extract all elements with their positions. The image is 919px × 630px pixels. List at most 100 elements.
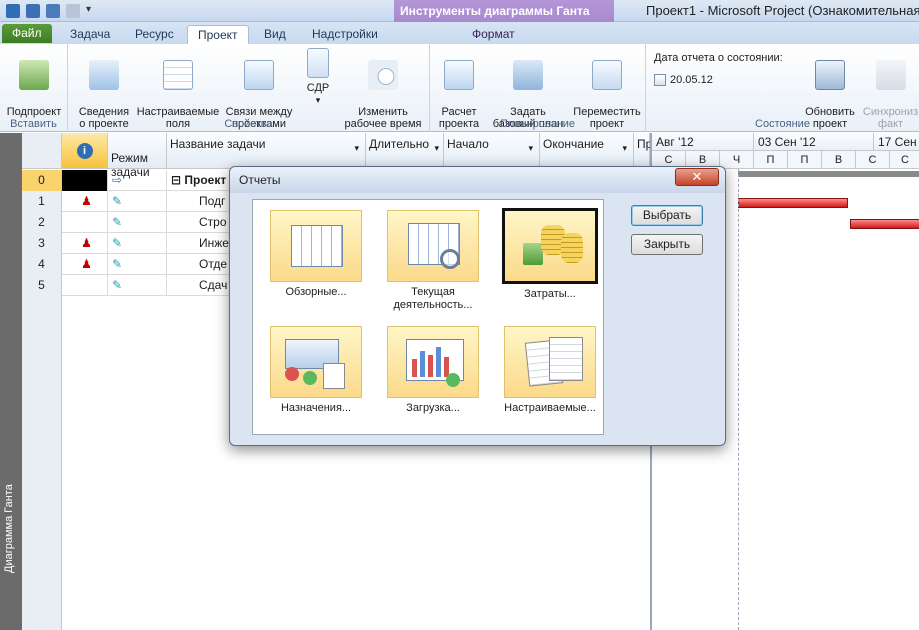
timescale-day: П xyxy=(754,151,788,169)
finish-dropdown-icon[interactable]: ▾ xyxy=(622,143,627,154)
custom-report-icon xyxy=(504,326,596,398)
row-number: 5 xyxy=(22,275,62,296)
duration-column-header[interactable]: Длительно ▾ xyxy=(366,133,444,169)
dialog-title: Отчеты xyxy=(239,173,281,187)
predecessors-column-header[interactable]: Пр xyxy=(634,133,652,169)
wbs-dropdown-icon[interactable]: ▾ xyxy=(298,94,338,106)
group-label-insert: Вставить xyxy=(10,118,57,130)
redo-icon[interactable] xyxy=(66,4,80,18)
task-bar[interactable] xyxy=(850,219,919,229)
indicator-cell xyxy=(62,275,108,296)
tile-label: Настраиваемые... xyxy=(504,402,596,414)
tab-resource[interactable]: Ресурс xyxy=(125,25,184,44)
tile-label: Загрузка... xyxy=(406,402,460,414)
dialog-titlebar: Отчеты ✕ xyxy=(230,167,725,193)
manual-schedule-icon: ✎ xyxy=(108,275,167,296)
baseline-icon xyxy=(513,60,543,90)
finish-header-label: Окончание xyxy=(543,137,604,151)
row-number: 2 xyxy=(22,212,62,233)
report-tile-workload[interactable]: Загрузка... xyxy=(378,326,488,415)
row-number: 0 xyxy=(22,170,62,191)
select-button[interactable]: Выбрать xyxy=(631,205,703,226)
duration-header-label: Длительно xyxy=(369,137,430,151)
group-schedule: Расчет проекта Задать базовый план Перем… xyxy=(430,44,646,132)
indicators-column-header[interactable]: i xyxy=(62,133,108,169)
indicator-cell xyxy=(62,212,108,233)
report-tile-current-activity[interactable]: Текущая деятельность... xyxy=(378,210,488,312)
group-label-schedule: Планирование xyxy=(499,118,576,130)
tile-label: Назначения... xyxy=(280,402,352,414)
indicator-cell xyxy=(62,170,108,191)
update-project-icon xyxy=(815,60,845,90)
view-bar[interactable]: Диаграмма Ганта xyxy=(0,133,22,630)
custom-fields-icon xyxy=(163,60,193,90)
timescale-period: 03 Сен '12 xyxy=(754,133,874,151)
summary-bar[interactable] xyxy=(738,171,919,177)
tab-project[interactable]: Проект xyxy=(187,25,249,44)
report-tile-costs[interactable]: Затраты... xyxy=(495,208,605,301)
status-date-label: Дата отчета о состоянии: xyxy=(654,52,783,64)
wbs-button[interactable]: СДР ▾ xyxy=(298,48,338,106)
save-icon[interactable] xyxy=(26,4,40,18)
close-icon[interactable]: ✕ xyxy=(675,168,719,186)
report-tile-assignments[interactable]: Назначения... xyxy=(261,326,371,415)
tile-label: Текущая деятельность... xyxy=(393,286,473,311)
row-number-gutter xyxy=(22,296,62,630)
resource-indicator-icon: ♟ xyxy=(62,191,108,212)
task-mode-column-header[interactable]: Режим задачи xyxy=(108,133,167,179)
wbs-label: СДР xyxy=(306,82,330,94)
resource-indicator-icon: ♟ xyxy=(62,254,108,275)
ribbon: Подпроект Вставить Сведения о проекте На… xyxy=(0,44,919,132)
timescale-day: П xyxy=(788,151,822,169)
task-name-header-label: Название задачи xyxy=(170,137,266,151)
calendar-clock-icon xyxy=(368,60,398,90)
ribbon-tabs: Файл Задача Ресурс Проект Вид Надстройки… xyxy=(0,22,919,44)
workload-report-icon xyxy=(387,326,479,398)
timescale-day: В xyxy=(822,151,856,169)
status-date-field[interactable]: 20.05.12 xyxy=(654,74,713,86)
subproject-button[interactable]: Подпроект xyxy=(3,48,65,118)
select-all-corner[interactable] xyxy=(22,133,62,169)
tab-format[interactable]: Формат xyxy=(462,25,525,44)
calculate-icon xyxy=(444,60,474,90)
calendar-icon xyxy=(654,74,666,86)
timescale-day: С xyxy=(856,151,890,169)
manual-schedule-icon: ✎ xyxy=(108,233,167,254)
finish-column-header[interactable]: Окончание ▾ xyxy=(540,133,634,169)
timescale-period: 17 Сен '1 xyxy=(874,133,919,167)
tile-label: Затраты... xyxy=(524,288,576,300)
start-column-header[interactable]: Начало ▾ xyxy=(444,133,540,169)
task-name-column-header[interactable]: Название задачи ▾ xyxy=(167,133,366,169)
manual-schedule-icon: ✎ xyxy=(108,254,167,275)
row-number: 3 xyxy=(22,233,62,254)
timescale-day: С xyxy=(890,151,919,169)
resource-indicator-icon: ♟ xyxy=(62,233,108,254)
project-app-icon xyxy=(6,4,20,18)
group-status: Дата отчета о состоянии: 20.05.12 Обнови… xyxy=(646,44,919,132)
start-dropdown-icon[interactable]: ▾ xyxy=(528,143,533,154)
project-info-icon xyxy=(89,60,119,90)
tab-task[interactable]: Задача xyxy=(60,25,120,44)
view-bar-label: Диаграмма Ганта xyxy=(3,484,15,573)
report-categories-panel: Обзорные... Текущая деятельность... Затр… xyxy=(252,199,604,435)
row-number: 1 xyxy=(22,191,62,212)
sort-dropdown-icon[interactable]: ▾ xyxy=(354,143,359,154)
customize-toolbar-icon[interactable]: ▾ xyxy=(86,4,100,18)
group-label-status: Состояние xyxy=(755,118,810,130)
tab-file[interactable]: Файл xyxy=(2,24,52,43)
report-tile-overview[interactable]: Обзорные... xyxy=(261,210,371,299)
undo-icon[interactable] xyxy=(46,4,60,18)
subproject-label: Подпроект xyxy=(6,106,62,118)
duration-dropdown-icon[interactable]: ▾ xyxy=(434,143,439,154)
tab-addins[interactable]: Надстройки xyxy=(302,25,388,44)
report-tile-custom[interactable]: Настраиваемые... xyxy=(495,326,605,415)
move-project-icon xyxy=(592,60,622,90)
close-button[interactable]: Закрыть xyxy=(631,234,703,255)
tab-view[interactable]: Вид xyxy=(254,25,296,44)
links-icon xyxy=(244,60,274,90)
auto-schedule-icon: ⇨ xyxy=(112,173,123,187)
task-bar[interactable] xyxy=(738,198,848,208)
sync-icon xyxy=(875,60,906,90)
manual-schedule-icon: ✎ xyxy=(108,191,167,212)
assignments-report-icon xyxy=(270,326,362,398)
